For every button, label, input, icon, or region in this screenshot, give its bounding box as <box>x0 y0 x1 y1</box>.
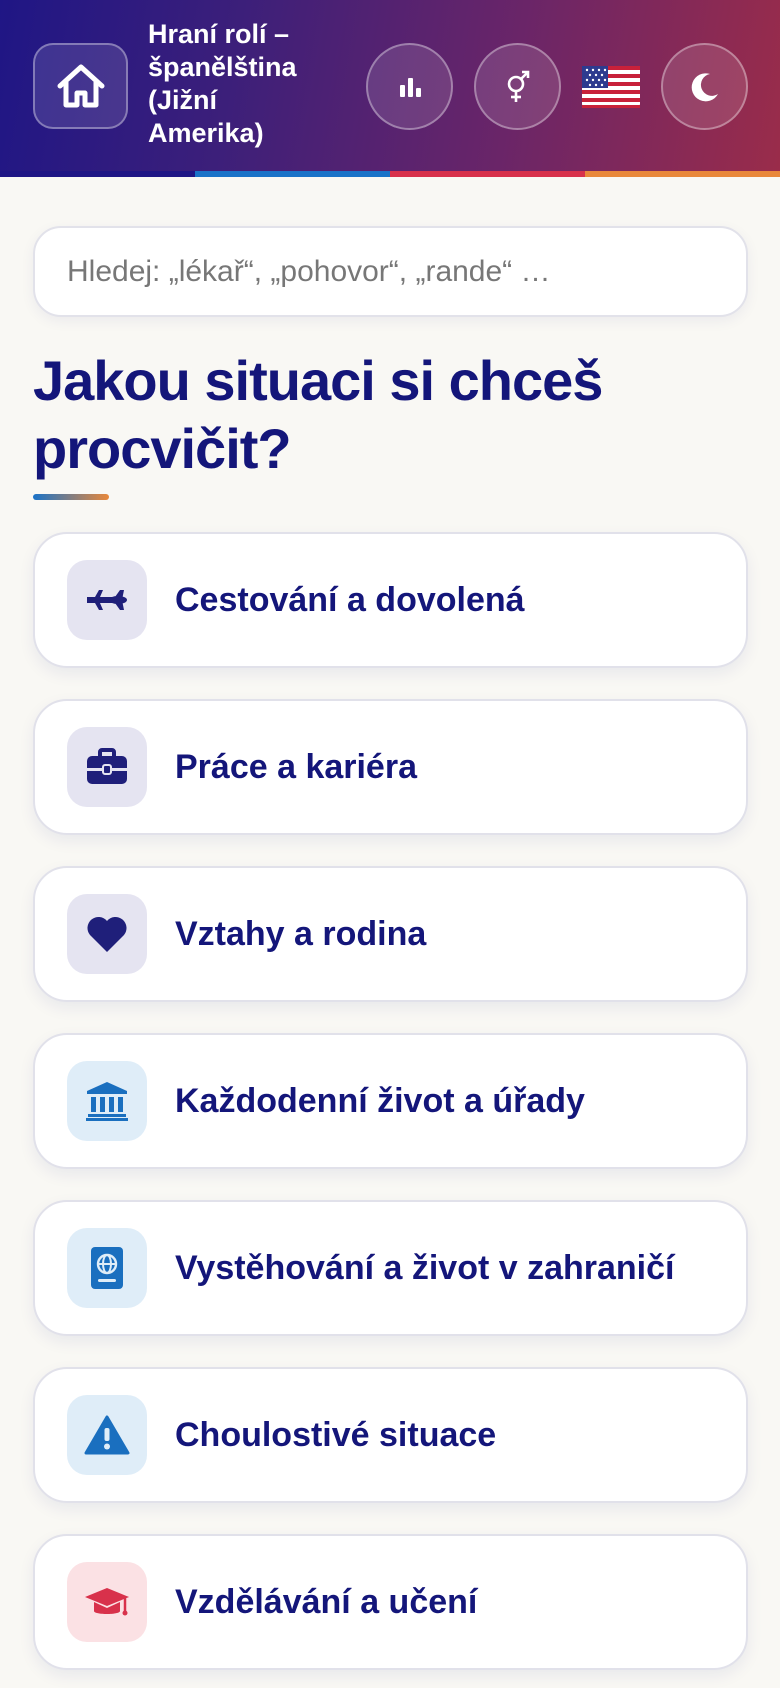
search-box[interactable] <box>33 226 748 317</box>
category-label: Práce a kariéra <box>175 747 417 786</box>
gender-icon <box>507 70 529 102</box>
gender-button[interactable] <box>474 43 561 130</box>
theme-toggle-button[interactable] <box>661 43 748 130</box>
home-icon <box>57 64 104 108</box>
stripe-segment-2 <box>195 171 390 177</box>
category-icon-box <box>67 1061 147 1141</box>
stats-button[interactable] <box>366 43 453 130</box>
passport-icon <box>91 1247 123 1289</box>
category-icon-box <box>67 894 147 974</box>
bar-chart-icon <box>399 77 421 97</box>
category-label: Choulostivé situace <box>175 1415 497 1454</box>
bank-icon <box>86 1082 128 1121</box>
title-underline <box>33 494 109 500</box>
stripe-segment-4 <box>585 171 780 177</box>
category-card-work[interactable]: Práce a kariéra <box>33 699 748 835</box>
category-icon-box <box>67 727 147 807</box>
category-icon-box <box>67 560 147 640</box>
category-icon-box <box>67 1562 147 1642</box>
us-flag-icon <box>582 66 640 108</box>
language-flag-button[interactable] <box>580 57 642 117</box>
warning-icon <box>84 1415 130 1455</box>
search-input[interactable] <box>67 254 746 289</box>
stripe-segment-3 <box>390 171 585 177</box>
stripe-segment-1 <box>0 171 195 177</box>
category-label: Vystěhování a život v zahraničí <box>175 1248 675 1287</box>
category-card-sensitive-situations[interactable]: Choulostivé situace <box>33 1367 748 1503</box>
page-title: Jakou situaci si chceš procvičit? <box>33 349 603 480</box>
category-label: Cestování a dovolená <box>175 580 525 619</box>
graduation-cap-icon <box>85 1588 129 1616</box>
app-title: Hraní rolí – španělština (Jižní Amerika) <box>148 19 297 148</box>
category-card-emigration[interactable]: Vystěhování a život v zahraničí <box>33 1200 748 1336</box>
airplane-icon <box>87 590 127 610</box>
category-label: Vztahy a rodina <box>175 914 427 953</box>
heart-icon <box>87 916 127 952</box>
category-icon-box <box>67 1228 147 1308</box>
category-card-education[interactable]: Vzdělávání a učení <box>33 1534 748 1670</box>
category-label: Vzdělávání a učení <box>175 1582 478 1621</box>
category-label: Každodenní život a úřady <box>175 1081 585 1120</box>
header-color-stripe <box>0 171 780 177</box>
category-card-relationships[interactable]: Vztahy a rodina <box>33 866 748 1002</box>
category-card-travel[interactable]: Cestování a dovolená <box>33 532 748 668</box>
category-icon-box <box>67 1395 147 1475</box>
app-header: Hraní rolí – španělština (Jižní Amerika) <box>0 0 780 177</box>
moon-icon <box>691 72 718 101</box>
category-card-everyday-life[interactable]: Každodenní život a úřady <box>33 1033 748 1169</box>
briefcase-icon <box>87 748 127 784</box>
home-button[interactable] <box>33 43 128 129</box>
